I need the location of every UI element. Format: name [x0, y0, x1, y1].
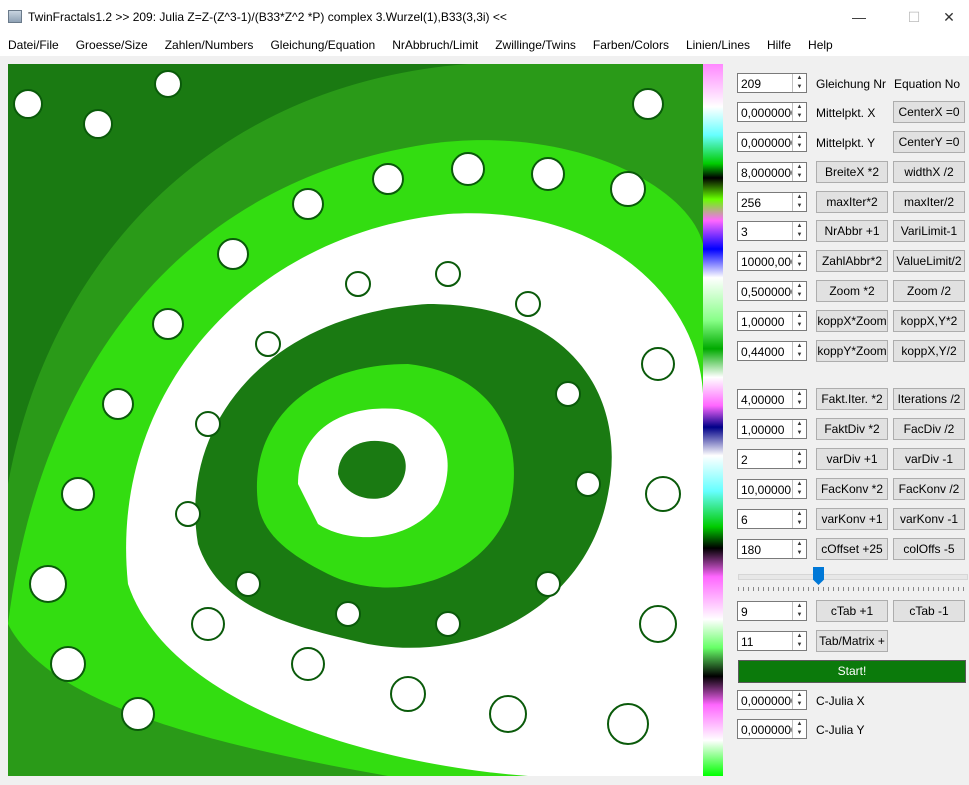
coloffs-minus-button[interactable]: colOffs -5 — [893, 538, 965, 560]
maximize-button[interactable]: ☐ — [894, 6, 934, 28]
faktiter-spinbox[interactable]: 4,00000 ▲ ▼ — [737, 389, 807, 409]
fractal-image — [8, 64, 703, 776]
fackonv-half-button[interactable]: FacKonv /2 — [893, 478, 965, 500]
maxiter-spinbox[interactable]: 256 ▲ ▼ — [737, 192, 807, 212]
maxiter-double-button[interactable]: maxIter*2 — [816, 191, 888, 213]
zahlabbr-double-button[interactable]: ZahlAbbr*2 — [816, 250, 888, 272]
varkonv-spinbox[interactable]: 6 ▲ ▼ — [737, 509, 807, 529]
coffset-spinbox[interactable]: 180 ▲ ▼ — [737, 539, 807, 559]
koppx-spinbox[interactable]: 1,00000 ▲ ▼ — [737, 311, 807, 331]
menu-bar: Datei/File Groesse/Size Zahlen/Numbers G… — [0, 34, 969, 56]
zahlabbr-spinbox[interactable]: 10000,000 ▲ ▼ — [737, 251, 807, 271]
vardiv-plus-button[interactable]: varDiv +1 — [816, 448, 888, 470]
coffset-plus-button[interactable]: cOffset +25 — [816, 538, 888, 560]
center-y-spinbox[interactable]: 0,0000000 ▲ ▼ — [737, 132, 807, 152]
c-julia-y-spinbox[interactable]: 0,0000000 ▲ ▼ — [737, 719, 807, 739]
tabmatrix-spinbox[interactable]: 11 ▲ ▼ — [737, 631, 807, 651]
nrabbr-plus-button[interactable]: NrAbbr +1 — [816, 220, 888, 242]
color-offset-slider[interactable] — [738, 574, 968, 580]
equation-label-de: Gleichung Nr — [816, 77, 887, 91]
ctab-spinbox[interactable]: 9 ▲ ▼ — [737, 601, 807, 621]
fackonv-spinbox[interactable]: 10,00000 ▲ ▼ — [737, 479, 807, 499]
tabmatrix-plus-button[interactable]: Tab/Matrix + — [816, 630, 888, 652]
zoom-double-button[interactable]: Zoom *2 — [816, 280, 888, 302]
menu-groesse[interactable]: Groesse/Size — [68, 38, 157, 52]
c-julia-x-spinbox[interactable]: 0,0000000 ▲ ▼ — [737, 690, 807, 710]
center-y-label: Mittelpkt. Y — [816, 136, 876, 150]
koppxy-half-button[interactable]: koppX,Y/2 — [893, 340, 965, 362]
window-title: TwinFractals1.2 >> 209: Julia Z=Z-(Z^3-1… — [28, 10, 507, 24]
vardiv-spinbox[interactable]: 2 ▲ ▼ — [737, 449, 807, 469]
menu-nrabbruch[interactable]: NrAbbruch/Limit — [384, 38, 487, 52]
equation-label-en: Equation No — [894, 77, 961, 91]
color-palette-bar — [703, 64, 723, 776]
c-julia-x-label: C-Julia X — [816, 694, 865, 708]
facdiv-half-button[interactable]: FacDiv /2 — [893, 418, 965, 440]
equation-spinbox[interactable]: 209 ▲ ▼ — [737, 73, 807, 93]
menu-help[interactable]: Help — [800, 38, 842, 52]
zoom-spinbox[interactable]: 0,5000000 ▲ ▼ — [737, 281, 807, 301]
nrabbr-spinbox[interactable]: 3 ▲ ▼ — [737, 221, 807, 241]
faktdiv-double-button[interactable]: FaktDiv *2 — [816, 418, 888, 440]
vardiv-minus-button[interactable]: varDiv -1 — [893, 448, 965, 470]
menu-gleichung[interactable]: Gleichung/Equation — [262, 38, 384, 52]
ctab-plus-button[interactable]: cTab +1 — [816, 600, 888, 622]
center-x-label: Mittelpkt. X — [816, 106, 876, 120]
ctab-minus-button[interactable]: cTab -1 — [893, 600, 965, 622]
fackonv-double-button[interactable]: FacKonv *2 — [816, 478, 888, 500]
menu-datei[interactable]: Datei/File — [0, 38, 68, 52]
width-spinbox[interactable]: 8,0000000 ▲ ▼ — [737, 162, 807, 182]
faktdiv-spinbox[interactable]: 1,00000 ▲ ▼ — [737, 419, 807, 439]
faktiter-double-button[interactable]: Fakt.Iter. *2 — [816, 388, 888, 410]
center-y-zero-button[interactable]: CenterY =0 — [893, 131, 965, 153]
menu-zahlen[interactable]: Zahlen/Numbers — [157, 38, 263, 52]
varkonv-plus-button[interactable]: varKonv +1 — [816, 508, 888, 530]
menu-farben[interactable]: Farben/Colors — [585, 38, 678, 52]
c-julia-y-label: C-Julia Y — [816, 723, 865, 737]
koppy-zoom-button[interactable]: koppY*Zoom — [816, 340, 888, 362]
menu-zwillinge[interactable]: Zwillinge/Twins — [487, 38, 585, 52]
menu-linien[interactable]: Linien/Lines — [678, 38, 759, 52]
width-half-button[interactable]: widthX /2 — [893, 161, 965, 183]
title-bar: TwinFractals1.2 >> 209: Julia Z=Z-(Z^3-1… — [0, 0, 969, 34]
control-panel: 209 ▲ ▼ Gleichung Nr Equation No 0,000000… — [729, 64, 969, 776]
app-icon — [8, 10, 22, 23]
zoom-half-button[interactable]: Zoom /2 — [893, 280, 965, 302]
iterations-half-button[interactable]: Iterations /2 — [893, 388, 965, 410]
start-button[interactable]: Start! — [738, 660, 966, 683]
center-x-spinbox[interactable]: 0,0000000 ▲ ▼ — [737, 102, 807, 122]
slider-ticks — [738, 587, 966, 591]
center-x-zero-button[interactable]: CenterX =0 — [893, 101, 965, 123]
fractal-canvas[interactable] — [8, 64, 703, 776]
maxiter-half-button[interactable]: maxIter/2 — [893, 191, 965, 213]
varilimit-minus-button[interactable]: VariLimit-1 — [893, 220, 965, 242]
slider-thumb[interactable] — [813, 567, 824, 585]
valuelimit-half-button[interactable]: ValueLimit/2 — [893, 250, 965, 272]
varkonv-minus-button[interactable]: varKonv -1 — [893, 508, 965, 530]
close-button[interactable]: ✕ — [929, 6, 969, 28]
spin-arrows[interactable]: ▲ ▼ — [792, 74, 806, 92]
koppxy-double-button[interactable]: koppX,Y*2 — [893, 310, 965, 332]
menu-hilfe[interactable]: Hilfe — [759, 38, 800, 52]
koppy-spinbox[interactable]: 0,44000 ▲ ▼ — [737, 341, 807, 361]
minimize-button[interactable]: — — [839, 6, 879, 28]
koppx-zoom-button[interactable]: koppX*Zoom — [816, 310, 888, 332]
width-double-button[interactable]: BreiteX *2 — [816, 161, 888, 183]
